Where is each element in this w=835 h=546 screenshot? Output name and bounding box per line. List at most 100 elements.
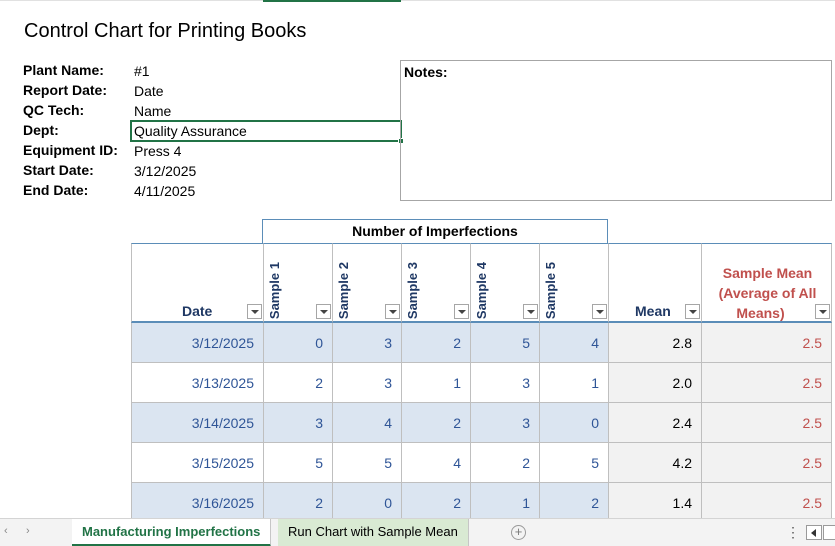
info-label: Report Date:	[23, 82, 108, 98]
info-row-report-date: Report Date: Date	[23, 82, 403, 102]
sample-cell[interactable]: 2	[401, 483, 470, 523]
column-header-label: Sample 1	[267, 261, 282, 319]
column-header-label: Sample 5	[543, 261, 558, 319]
mean-cell[interactable]: 4.2	[608, 443, 701, 483]
sample-cell[interactable]: 1	[470, 483, 539, 523]
filter-dropdown-sample-5[interactable]	[592, 304, 607, 319]
sample-mean-cell[interactable]: 2.5	[701, 483, 832, 523]
add-sheet-icon[interactable]: +	[511, 525, 526, 540]
more-options-icon[interactable]: ⋮	[786, 524, 800, 541]
info-row-end-date: End Date: 4/11/2025	[23, 182, 403, 202]
sheet-title: Control Chart for Printing Books	[24, 20, 307, 42]
column-header-sample-mean: Sample Mean (Average of All Means)	[701, 243, 832, 323]
tab-scroll-left-icon[interactable]: ‹	[4, 525, 8, 537]
sample-cell[interactable]: 0	[332, 483, 401, 523]
sample-mean-cell[interactable]: 2.5	[701, 443, 832, 483]
sample-cell[interactable]: 3	[263, 403, 332, 443]
info-value[interactable]: Date	[134, 83, 164, 99]
date-cell[interactable]: 3/14/2025	[131, 403, 263, 443]
table-row: 3/15/2025 5 5 4 2 5 4.2 2.5	[131, 443, 832, 483]
info-label: Equipment ID:	[23, 142, 118, 158]
sample-cell[interactable]: 3	[470, 363, 539, 403]
column-header-date: Date	[131, 243, 263, 323]
sample-cell[interactable]: 5	[332, 443, 401, 483]
column-header-label: Sample 4	[474, 261, 489, 319]
notes-box[interactable]: Notes:	[400, 60, 832, 201]
sample-cell[interactable]: 2	[470, 443, 539, 483]
sample-cell[interactable]: 4	[539, 323, 608, 363]
sample-cell[interactable]: 3	[332, 323, 401, 363]
mean-cell[interactable]: 1.4	[608, 483, 701, 523]
info-row-qc-tech: QC Tech: Name	[23, 102, 403, 122]
date-cell[interactable]: 3/16/2025	[131, 483, 263, 523]
sample-mean-cell[interactable]: 2.5	[701, 323, 832, 363]
column-header-sample-5: Sample 5	[539, 243, 608, 323]
header-line: (Average of All	[718, 285, 817, 301]
notes-label: Notes:	[404, 64, 448, 80]
horizontal-scroll-left-icon[interactable]	[806, 525, 822, 540]
date-cell[interactable]: 3/15/2025	[131, 443, 263, 483]
sample-cell[interactable]: 0	[263, 323, 332, 363]
sample-cell[interactable]: 4	[332, 403, 401, 443]
info-value[interactable]: 4/11/2025	[134, 183, 195, 199]
column-header-mean: Mean	[608, 243, 701, 323]
tab-manufacturing-imperfections[interactable]: Manufacturing Imperfections	[72, 519, 272, 546]
sample-mean-cell[interactable]: 2.5	[701, 403, 832, 443]
tab-run-chart-with-sample-mean[interactable]: Run Chart with Sample Mean	[278, 519, 469, 546]
imperfections-group-header: Number of Imperfections	[262, 219, 608, 244]
sample-cell[interactable]: 2	[401, 323, 470, 363]
filter-dropdown-sample-1[interactable]	[316, 304, 331, 319]
info-value[interactable]: #1	[134, 63, 150, 79]
mean-cell[interactable]: 2.0	[608, 363, 701, 403]
column-header-label: Sample 3	[405, 261, 420, 319]
sample-cell[interactable]: 1	[539, 363, 608, 403]
filter-dropdown-sample-3[interactable]	[454, 304, 469, 319]
date-cell[interactable]: 3/12/2025	[131, 323, 263, 363]
sample-cell[interactable]: 1	[401, 363, 470, 403]
column-selection-indicator	[263, 0, 401, 2]
sample-cell[interactable]: 5	[263, 443, 332, 483]
filter-dropdown-date[interactable]	[247, 304, 262, 319]
column-header-sample-2: Sample 2	[332, 243, 401, 323]
active-cell-selection[interactable]	[130, 120, 404, 144]
table-row: 3/13/2025 2 3 1 3 1 2.0 2.5	[131, 363, 832, 403]
mean-cell[interactable]: 2.8	[608, 323, 701, 363]
table-row: 3/12/2025 0 3 2 5 4 2.8 2.5	[131, 323, 832, 363]
info-label: Plant Name:	[23, 62, 104, 78]
info-value[interactable]: 3/12/2025	[134, 163, 196, 179]
tab-scroll-right-icon[interactable]: ›	[26, 525, 30, 537]
sample-cell[interactable]: 2	[539, 483, 608, 523]
sample-mean-cell[interactable]: 2.5	[701, 363, 832, 403]
column-header-label: Date	[182, 303, 213, 319]
sample-cell[interactable]: 5	[470, 323, 539, 363]
filter-dropdown-mean[interactable]	[685, 304, 700, 319]
sample-cell[interactable]: 5	[539, 443, 608, 483]
sample-cell[interactable]: 2	[263, 363, 332, 403]
top-border	[0, 0, 835, 1]
sample-cell[interactable]: 3	[332, 363, 401, 403]
info-label: Dept:	[23, 122, 59, 138]
sample-cell[interactable]: 4	[401, 443, 470, 483]
sample-cell[interactable]: 3	[470, 403, 539, 443]
header-line: Means)	[736, 305, 785, 321]
table-row: 3/14/2025 3 4 2 3 0 2.4 2.5	[131, 403, 832, 443]
column-header-sample-4: Sample 4	[470, 243, 539, 323]
info-value[interactable]: Name	[134, 103, 171, 119]
column-header-sample-3: Sample 3	[401, 243, 470, 323]
filter-dropdown-sample-2[interactable]	[385, 304, 400, 319]
filter-dropdown-sample-mean[interactable]	[815, 304, 830, 319]
horizontal-scrollbar[interactable]	[823, 525, 835, 540]
info-row-plant-name: Plant Name: #1	[23, 62, 403, 82]
sample-cell[interactable]: 0	[539, 403, 608, 443]
sample-cell[interactable]: 2	[263, 483, 332, 523]
column-header-sample-1: Sample 1	[263, 243, 332, 323]
filter-dropdown-sample-4[interactable]	[523, 304, 538, 319]
column-header-label: Mean	[635, 303, 671, 319]
column-header-label: Sample Mean (Average of All Means)	[702, 263, 833, 323]
date-cell[interactable]: 3/13/2025	[131, 363, 263, 403]
info-label: QC Tech:	[23, 102, 85, 118]
mean-cell[interactable]: 2.4	[608, 403, 701, 443]
column-header-label: Sample 2	[336, 261, 351, 319]
sample-cell[interactable]: 2	[401, 403, 470, 443]
info-value[interactable]: Press 4	[134, 143, 181, 159]
